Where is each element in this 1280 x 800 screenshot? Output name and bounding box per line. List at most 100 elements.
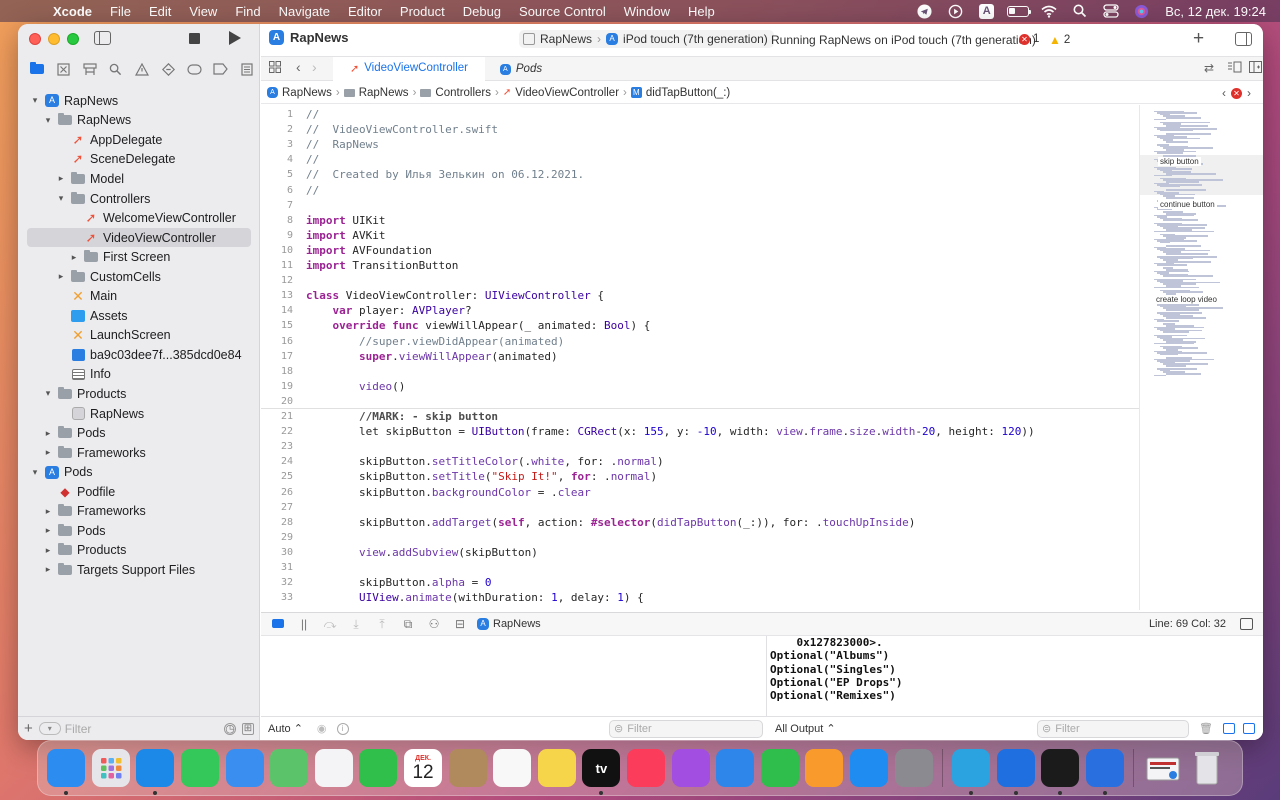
menu-navigate[interactable]: Navigate xyxy=(270,4,339,19)
filter-options-icon[interactable]: ▾ xyxy=(38,722,61,735)
dock-terminal-icon[interactable] xyxy=(1041,749,1080,795)
auto-scope-select[interactable]: Auto ⌃ xyxy=(268,722,303,735)
environment-overrides-icon[interactable]: ⊟ xyxy=(447,617,473,631)
navigator-item-frameworks[interactable]: ▸ Frameworks xyxy=(18,501,260,521)
code-line[interactable]: 32 skipButton.alpha = 0 xyxy=(261,575,1139,590)
code-line[interactable]: 11 import TransitionButton xyxy=(261,258,1139,273)
code-line[interactable]: 23 xyxy=(261,439,1139,454)
navigator-item-pods[interactable]: ▸ Pods xyxy=(18,423,260,443)
location-icon[interactable]: A RapNews xyxy=(477,618,541,630)
disclosure-open-icon[interactable]: ▾ xyxy=(30,467,40,478)
step-into-icon[interactable]: ⤓ xyxy=(343,617,369,632)
trash-console-icon[interactable]: 🗑 xyxy=(1199,722,1213,735)
report-navigator-icon[interactable] xyxy=(234,59,260,79)
dock-facetime-icon[interactable] xyxy=(359,749,398,787)
code-line[interactable]: 13 class VideoViewController: UIViewContr… xyxy=(261,288,1139,303)
line-number[interactable]: 17 xyxy=(261,349,293,364)
forward-chevron-icon[interactable]: › xyxy=(312,59,317,75)
disclosure-closed-icon[interactable]: ▸ xyxy=(43,447,53,458)
line-number[interactable]: 13 xyxy=(261,288,293,303)
toggle-inspector-icon[interactable] xyxy=(1235,32,1252,46)
line-number[interactable]: 5 xyxy=(261,167,293,182)
dock-app-store-icon[interactable] xyxy=(849,749,888,787)
dock-safari-icon[interactable] xyxy=(136,749,175,795)
menu-edit[interactable]: Edit xyxy=(140,4,180,19)
navigator-item-launchscreen[interactable]: ✕ LaunchScreen xyxy=(18,326,260,346)
control-center-icon[interactable] xyxy=(1095,2,1126,20)
breadcrumb-folder-rapnews[interactable]: RapNews xyxy=(343,87,409,99)
navigator-item-pods[interactable]: ▾ A Pods xyxy=(18,462,260,482)
line-number[interactable]: 20 xyxy=(261,394,293,409)
search-icon[interactable] xyxy=(1064,2,1095,20)
error-icon[interactable]: ✕ xyxy=(1231,87,1242,99)
minimap[interactable]: skip button continue button create loop vi… xyxy=(1139,105,1263,610)
line-number[interactable]: 33 xyxy=(261,590,293,605)
line-number[interactable]: 21 xyxy=(261,409,293,424)
menu-debug[interactable]: Debug xyxy=(454,4,510,19)
wifi-icon[interactable] xyxy=(1033,2,1064,20)
dock-pages-icon[interactable] xyxy=(805,749,844,787)
dock-instruments-icon[interactable] xyxy=(1085,749,1124,795)
disclosure-closed-icon[interactable]: ▸ xyxy=(56,271,66,282)
code-line[interactable]: 14 var player: AVPlayer? xyxy=(261,303,1139,318)
code-line[interactable]: 27 xyxy=(261,500,1139,515)
navigator-item-main[interactable]: ✕ Main xyxy=(18,286,260,306)
line-number[interactable]: 14 xyxy=(261,303,293,318)
line-number[interactable]: 24 xyxy=(261,454,293,469)
keyboard-A-icon[interactable]: A xyxy=(971,2,1002,20)
line-number[interactable]: 3 xyxy=(261,137,293,152)
disclosure-closed-icon[interactable]: ▸ xyxy=(56,173,66,184)
code-line[interactable]: 8 import UIKit xyxy=(261,213,1139,228)
line-number[interactable]: 15 xyxy=(261,318,293,333)
show-console-icon[interactable] xyxy=(1243,723,1255,734)
navigator-filter-field[interactable]: ▾ Filter xyxy=(38,720,218,737)
toggle-navigator-icon[interactable] xyxy=(94,31,111,45)
step-over-icon[interactable]: ⤼ xyxy=(317,617,343,632)
find-navigator-icon[interactable] xyxy=(103,59,129,79)
error-count-badge[interactable]: ✕ 1 xyxy=(1019,33,1039,45)
dock-reminders-icon[interactable] xyxy=(493,749,532,787)
code-line[interactable]: 17 super.viewWillAppear(animated) xyxy=(261,349,1139,364)
debug-navigator-icon[interactable] xyxy=(181,59,207,79)
breadcrumb-folder-controllers[interactable]: Controllers xyxy=(420,87,491,99)
code-line[interactable]: 30 view.addSubview(skipButton) xyxy=(261,545,1139,560)
dock-podcasts-icon[interactable] xyxy=(671,749,710,787)
code-line[interactable]: 15 override func viewWillAppear(_ animat… xyxy=(261,318,1139,333)
breadcrumb-project[interactable]: A RapNews xyxy=(267,87,332,99)
code-line[interactable]: 24 skipButton.setTitleColor(.white, for:… xyxy=(261,454,1139,469)
code-line[interactable]: 29 xyxy=(261,530,1139,545)
navigator-item-products[interactable]: ▾ Products xyxy=(18,384,260,404)
navigator-item-pods[interactable]: ▸ Pods xyxy=(18,521,260,541)
variables-filter-field[interactable]: ⊜ Filter xyxy=(609,719,763,738)
navigator-item-ba9c03dee7f-385dcd0e84[interactable]: ba9c03dee7f...385dcd0e84 xyxy=(18,345,260,365)
dock-trash-icon[interactable] xyxy=(1188,749,1226,787)
dock-system-preferences-icon[interactable] xyxy=(894,749,933,787)
back-chevron-icon[interactable]: ‹ xyxy=(296,59,301,75)
recent-files-icon[interactable]: ◷ xyxy=(224,722,236,735)
navigator-item-videoviewcontroller[interactable]: ➚ VideoViewController xyxy=(27,227,251,248)
code-line[interactable]: 31 xyxy=(261,560,1139,575)
battery-icon[interactable] xyxy=(1002,2,1033,20)
all-output-select[interactable]: All Output ⌃ xyxy=(775,722,836,735)
breakpoint-navigator-icon[interactable] xyxy=(208,59,234,79)
disclosure-open-icon[interactable]: ▾ xyxy=(30,95,40,106)
symbol-navigator-icon[interactable] xyxy=(76,59,102,79)
line-number[interactable]: 2 xyxy=(261,122,293,137)
disclosure-closed-icon[interactable]: ▸ xyxy=(43,428,53,439)
line-number[interactable]: 6 xyxy=(261,183,293,198)
source-control-navigator-icon[interactable] xyxy=(50,59,76,79)
info-icon[interactable]: i xyxy=(336,722,349,735)
menu-view[interactable]: View xyxy=(180,4,226,19)
code-line[interactable]: 7 xyxy=(261,198,1139,213)
dock-finder-icon[interactable] xyxy=(47,749,86,795)
navigator-item-controllers[interactable]: ▾ Controllers xyxy=(18,189,260,209)
navigator-item-rapnews[interactable]: ▾ A RapNews xyxy=(18,91,260,111)
line-number[interactable]: 31 xyxy=(261,560,293,575)
dock-tv-icon[interactable]: tv xyxy=(582,749,621,795)
navigator-item-info[interactable]: Info xyxy=(18,365,260,385)
disclosure-closed-icon[interactable]: ▸ xyxy=(69,252,79,263)
dock-maps-icon[interactable] xyxy=(270,749,309,787)
console-output[interactable]: 0x127823000>. Optional("Albums") Optional(… xyxy=(768,636,1263,716)
variables-view[interactable] xyxy=(261,636,767,716)
menu-clock[interactable]: Вс, 12 дек. 19:24 xyxy=(1157,4,1266,19)
